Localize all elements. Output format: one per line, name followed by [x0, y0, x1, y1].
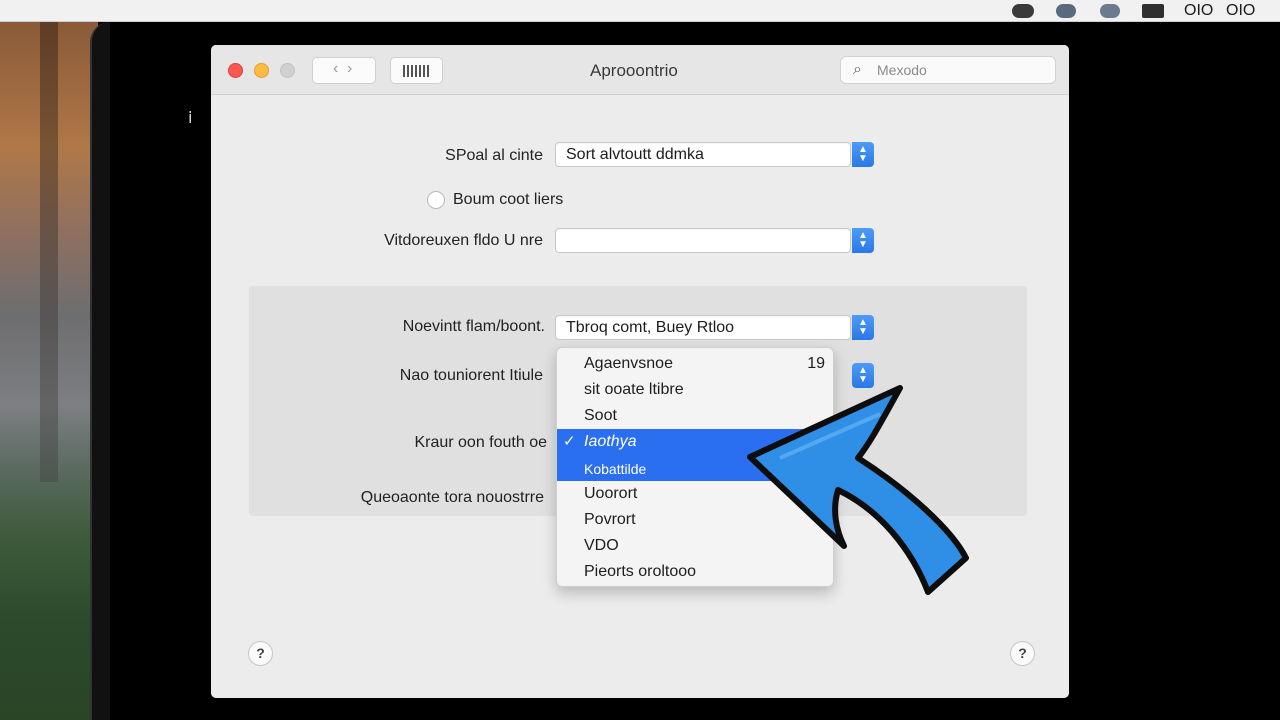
search-icon: ⌕ — [853, 61, 862, 78]
menu-item-label: Pieorts oroltooo — [584, 563, 697, 580]
chevron-updown-icon: ▲ ▼ — [858, 230, 868, 250]
panel-row1-label: Noevintt flam/boont. — [402, 318, 545, 335]
menubar-status-icon[interactable] — [1012, 4, 1034, 18]
annotation-arrow-icon — [747, 385, 969, 595]
help-button-right[interactable]: ? — [1010, 641, 1035, 666]
menu-item-label: Kobattilde — [584, 461, 647, 477]
screen-bezel — [90, 22, 110, 720]
forward-arrow-icon[interactable]: › — [347, 60, 352, 78]
panel-row2-label: Nao touniorent Itiule — [399, 367, 543, 384]
minimize-button[interactable] — [254, 63, 269, 78]
panel-row3-label: Kraur oon fouth oe — [414, 434, 547, 451]
back-arrow-icon[interactable]: ‹ — [333, 60, 338, 78]
row1-stepper[interactable]: ▲ ▼ — [852, 142, 874, 167]
zoom-button[interactable] — [280, 63, 295, 78]
row2-radio[interactable] — [427, 191, 445, 209]
panel-row1-popup[interactable]: Tbroq comt, Buey Rtloo — [555, 315, 851, 340]
menu-item-label: Iaothya — [584, 433, 637, 450]
menu-item[interactable]: Agaenvsnoe 19 — [557, 351, 833, 377]
menu-item-label: sit ooate ltibre — [584, 381, 684, 398]
row3-stepper[interactable]: ▲ ▼ — [852, 228, 874, 253]
row2-label: Boum coot liers — [453, 191, 564, 208]
menu-item-shortcut: 19 — [807, 355, 825, 372]
battery-icon[interactable] — [1142, 4, 1164, 18]
chevron-updown-icon: ▲ ▼ — [858, 144, 868, 164]
panel-row4-label: Queoaonte tora nouostrre — [360, 489, 544, 506]
row3-popup[interactable] — [555, 228, 851, 253]
panel-row1-value: Tbroq comt, Buey Rtloo — [566, 319, 735, 336]
menubar-text-1[interactable]: OIO — [1184, 2, 1213, 20]
show-all-button[interactable] — [390, 57, 443, 84]
chevron-updown-icon: ▲ ▼ — [858, 317, 868, 337]
grid-icon — [403, 65, 431, 77]
menu-item-label: Uoorort — [584, 485, 638, 502]
menu-item-label: Soot — [584, 407, 617, 424]
checkmark-icon: ✓ — [563, 433, 576, 450]
menu-item-label: VDO — [584, 537, 619, 554]
help-button-left[interactable]: ? — [248, 641, 273, 666]
menu-item-label: Agaenvsnoe — [584, 355, 673, 372]
row1-popup[interactable]: Sort alvtoutt ddmka — [555, 142, 851, 167]
back-forward-control[interactable]: ‹ › — [312, 57, 376, 84]
wifi-icon[interactable] — [1056, 4, 1076, 18]
search-input[interactable] — [877, 61, 1047, 79]
window-title: Aprooontrio — [590, 61, 678, 80]
system-menubar: OIO OIO — [0, 0, 1280, 22]
preferences-window: ‹ › Aprooontrio ⌕ SPoal al cinte Sort al… — [211, 45, 1069, 698]
menu-item-label: Povrort — [584, 511, 636, 528]
search-field[interactable]: ⌕ — [840, 56, 1056, 84]
close-button[interactable] — [228, 63, 243, 78]
row3-label: Vitdoreuxen fldo U nre — [384, 232, 543, 249]
row1-label: SPoal al cinte — [445, 147, 543, 164]
menubar-text-2[interactable]: OIO — [1226, 2, 1255, 20]
desktop-wallpaper — [0, 22, 98, 720]
desktop-mark: ⅰ — [188, 110, 193, 127]
panel-row1-stepper[interactable]: ▲ ▼ — [852, 315, 874, 340]
window-titlebar: ‹ › Aprooontrio ⌕ — [211, 45, 1069, 95]
bluetooth-icon[interactable] — [1100, 4, 1120, 18]
row1-value: Sort alvtoutt ddmka — [566, 146, 704, 163]
